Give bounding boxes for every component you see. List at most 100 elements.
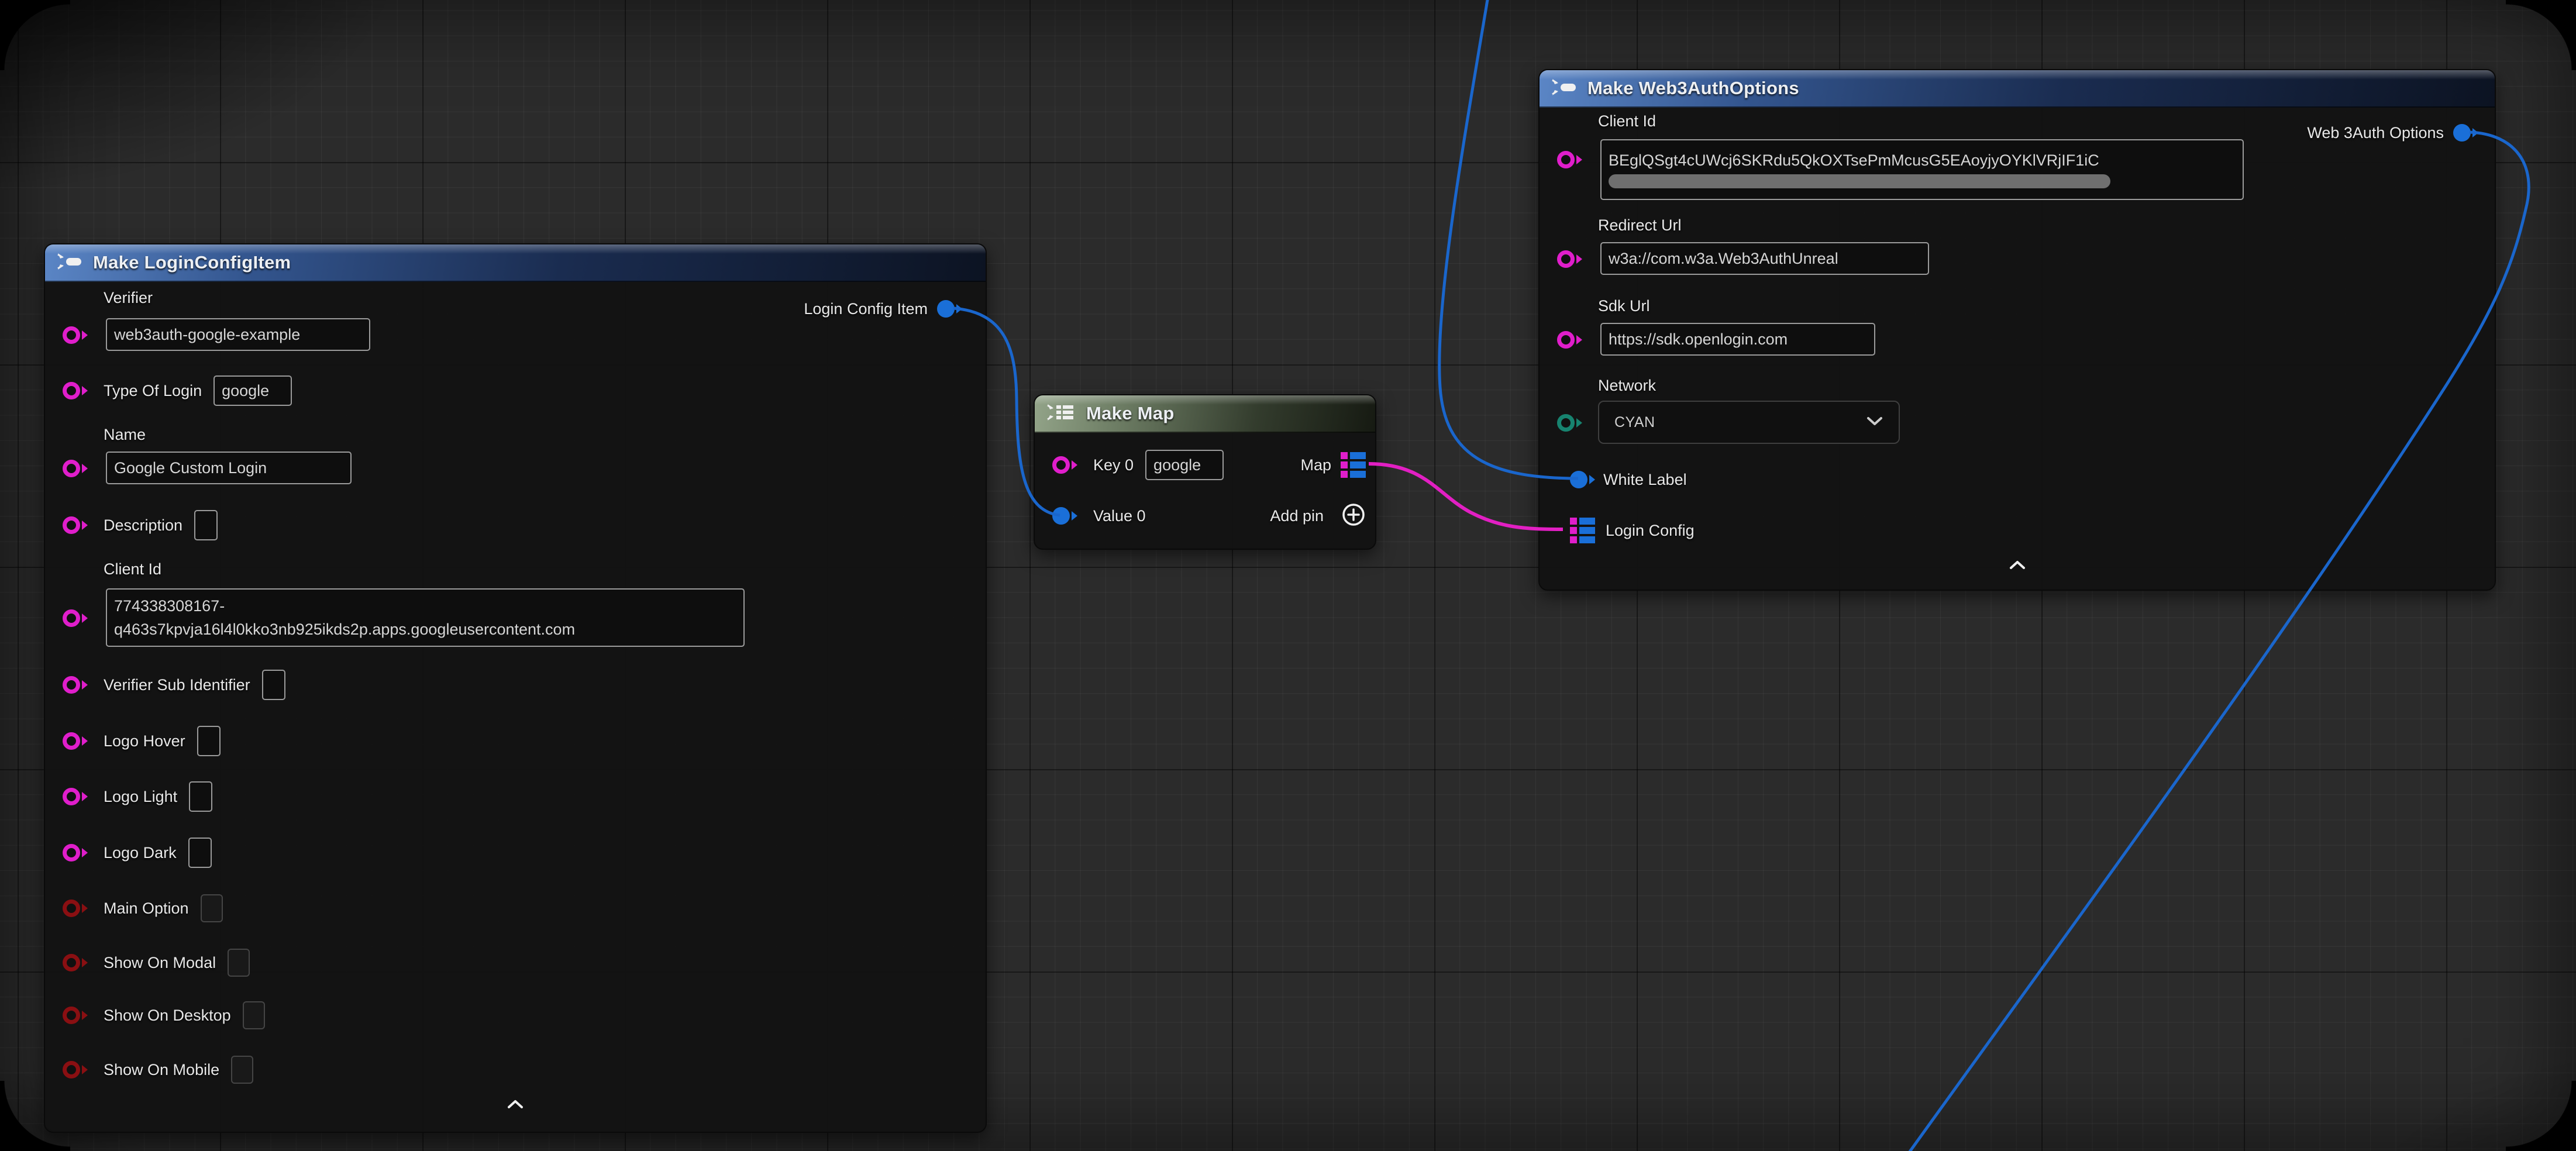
viewport-corner	[0, 0, 70, 70]
make-struct-icon	[1551, 77, 1578, 101]
verifier-pin[interactable]	[63, 326, 88, 344]
description-row: Description	[45, 509, 986, 542]
name-input[interactable]: Google Custom Login	[106, 452, 352, 484]
output-pin-label: Web 3Auth Options	[2307, 124, 2444, 142]
description-input[interactable]	[194, 510, 218, 540]
node-title: Make Map	[1086, 403, 1175, 424]
logo-hover-pin[interactable]	[63, 732, 88, 750]
main-option-label: Main Option	[104, 900, 189, 918]
white-label-row: White Label	[1540, 463, 2495, 496]
node-header: Make LoginConfigItem	[45, 244, 986, 282]
logo-light-input[interactable]	[189, 781, 212, 812]
logo-hover-input[interactable]	[197, 726, 221, 756]
network-selected-value: CYAN	[1614, 414, 1655, 431]
login-config-row: Login Config	[1540, 514, 2495, 547]
redirect-url-label: Redirect Url	[1598, 216, 1682, 235]
viewport-corner	[2506, 1081, 2576, 1151]
sdk-url-pin[interactable]	[1557, 331, 1582, 349]
logo-light-label: Logo Light	[104, 788, 177, 806]
verifier-label: Verifier	[104, 289, 153, 307]
blueprint-graph-canvas[interactable]: Make LoginConfigItem Login Config Item V…	[0, 0, 2576, 1151]
web3auth-options-output-pin[interactable]	[2453, 124, 2478, 142]
client-id-pin[interactable]	[1557, 151, 1582, 168]
name-label: Name	[104, 426, 146, 444]
show-on-modal-label: Show On Modal	[104, 954, 216, 972]
verifier-sub-identifier-input[interactable]	[262, 670, 285, 700]
name-pin[interactable]	[63, 460, 88, 477]
node-make-login-config-item[interactable]: Make LoginConfigItem Login Config Item V…	[44, 243, 987, 1133]
sdk-url-label: Sdk Url	[1598, 297, 1650, 315]
add-pin-icon[interactable]	[1341, 502, 1366, 530]
client-id-input[interactable]: BEglQSgt4cUWcj6SKRdu5QkOXTsePmMcusG5EAoy…	[1600, 139, 2244, 200]
show-on-desktop-row: Show On Desktop	[45, 999, 986, 1032]
description-pin[interactable]	[63, 516, 88, 534]
node-make-web3auth-options[interactable]: Make Web3AuthOptions Web 3Auth Options C…	[1538, 69, 2496, 591]
white-label-pin[interactable]	[1570, 471, 1595, 488]
node-title: Make Web3AuthOptions	[1587, 78, 1799, 99]
show-on-mobile-label: Show On Mobile	[104, 1061, 219, 1079]
show-on-desktop-pin[interactable]	[63, 1007, 88, 1024]
verifier-sub-identifier-label: Verifier Sub Identifier	[104, 676, 250, 694]
key-0-input[interactable]: google	[1145, 450, 1224, 480]
show-on-modal-row: Show On Modal	[45, 946, 986, 979]
output-row-login-config-item: Login Config Item	[804, 292, 986, 325]
output-row-web3auth-options: Web 3Auth Options	[2307, 116, 2495, 149]
show-on-desktop-label: Show On Desktop	[104, 1007, 231, 1025]
verifier-sub-identifier-row: Verifier Sub Identifier	[45, 668, 986, 701]
show-on-mobile-pin[interactable]	[63, 1061, 88, 1078]
main-option-row: Main Option	[45, 892, 986, 925]
client-id-label: Client Id	[104, 560, 161, 578]
key-0-label: Key 0	[1093, 456, 1134, 474]
map-output-pin[interactable]	[1341, 452, 1366, 478]
login-config-pin[interactable]	[1570, 518, 1595, 543]
client-id-pin[interactable]	[63, 609, 88, 627]
map-output-label: Map	[1300, 456, 1331, 474]
logo-dark-input[interactable]	[188, 838, 212, 868]
logo-dark-pin[interactable]	[63, 844, 88, 861]
sdk-url-input[interactable]: https://sdk.openlogin.com	[1600, 323, 1875, 356]
viewport-corner	[2506, 0, 2576, 70]
make-map-icon	[1046, 402, 1077, 426]
type-of-login-label: Type Of Login	[104, 382, 202, 400]
map-output-row: Map	[1300, 449, 1375, 481]
verifier-input[interactable]: web3auth-google-example	[106, 318, 370, 351]
network-dropdown[interactable]: CYAN	[1598, 401, 1900, 444]
login-config-item-output-pin[interactable]	[937, 300, 962, 318]
main-option-pin[interactable]	[63, 900, 88, 917]
logo-light-pin[interactable]	[63, 788, 88, 805]
node-make-map[interactable]: Make Map Key 0 google Map Value 0 A	[1034, 394, 1376, 550]
show-on-desktop-checkbox[interactable]	[243, 1001, 265, 1029]
value-0-label: Value 0	[1093, 507, 1146, 525]
show-on-mobile-checkbox[interactable]	[231, 1056, 253, 1084]
show-on-mobile-row: Show On Mobile	[45, 1053, 986, 1086]
add-pin-row[interactable]: Add pin	[1270, 499, 1375, 532]
description-label: Description	[104, 516, 182, 535]
type-of-login-input[interactable]: google	[213, 375, 292, 406]
client-id-scrollbar[interactable]	[1609, 174, 2110, 188]
logo-light-row: Logo Light	[45, 780, 986, 813]
main-option-checkbox[interactable]	[201, 894, 223, 922]
show-on-modal-checkbox[interactable]	[228, 949, 250, 977]
network-pin[interactable]	[1557, 414, 1582, 432]
show-on-modal-pin[interactable]	[63, 954, 88, 971]
node-header: Make Web3AuthOptions	[1540, 70, 2495, 108]
type-of-login-pin[interactable]	[63, 382, 88, 399]
redirect-url-input[interactable]: w3a://com.w3a.Web3AuthUnreal	[1600, 242, 1929, 275]
output-pin-label: Login Config Item	[804, 300, 928, 318]
collapse-chevron-icon[interactable]	[507, 1100, 524, 1112]
network-label: Network	[1598, 377, 1656, 395]
add-pin-label: Add pin	[1270, 507, 1324, 525]
key-0-pin[interactable]	[1052, 456, 1077, 474]
value-0-pin[interactable]	[1052, 507, 1077, 525]
type-of-login-row: Type Of Login google	[45, 374, 986, 407]
white-label-label: White Label	[1603, 471, 1687, 489]
collapse-chevron-icon[interactable]	[2009, 560, 2026, 573]
client-id-label: Client Id	[1598, 112, 1656, 130]
redirect-url-pin[interactable]	[1557, 250, 1582, 268]
verifier-sub-identifier-pin[interactable]	[63, 676, 88, 694]
client-id-input[interactable]: 774338308167- q463s7kpvja16l4l0kko3nb925…	[106, 588, 745, 647]
logo-dark-label: Logo Dark	[104, 844, 177, 862]
chevron-down-icon	[1866, 416, 1883, 429]
logo-dark-row: Logo Dark	[45, 836, 986, 869]
login-config-label: Login Config	[1606, 522, 1695, 540]
